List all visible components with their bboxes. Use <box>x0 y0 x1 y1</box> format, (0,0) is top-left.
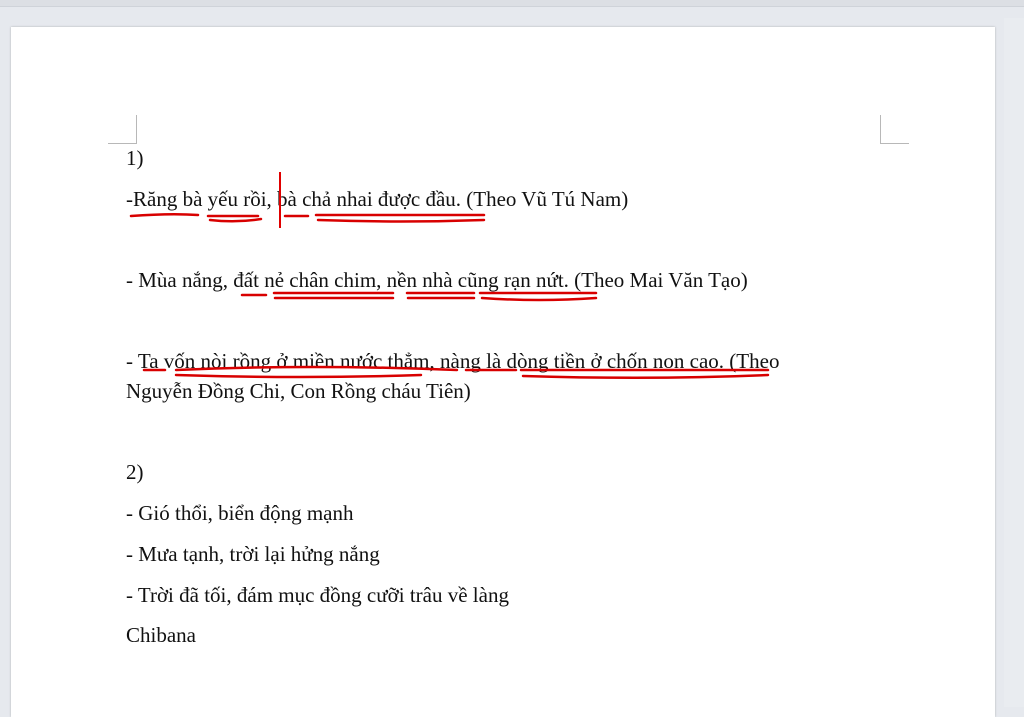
annotation-underlines <box>129 212 770 380</box>
document-page[interactable]: 1) -Răng bà yếu rồi, bà chả nhai được đầ… <box>11 27 995 717</box>
underline-mark <box>208 217 263 223</box>
text-cursor <box>279 172 281 228</box>
underline-mark <box>174 365 459 372</box>
underline-mark <box>316 218 486 223</box>
toolbar-edge <box>0 0 1024 7</box>
underline-mark <box>521 373 770 380</box>
vertical-scrollbar[interactable] <box>1004 18 1024 707</box>
underline-mark <box>129 212 200 218</box>
underline-mark <box>174 373 423 379</box>
underline-mark <box>480 296 598 302</box>
